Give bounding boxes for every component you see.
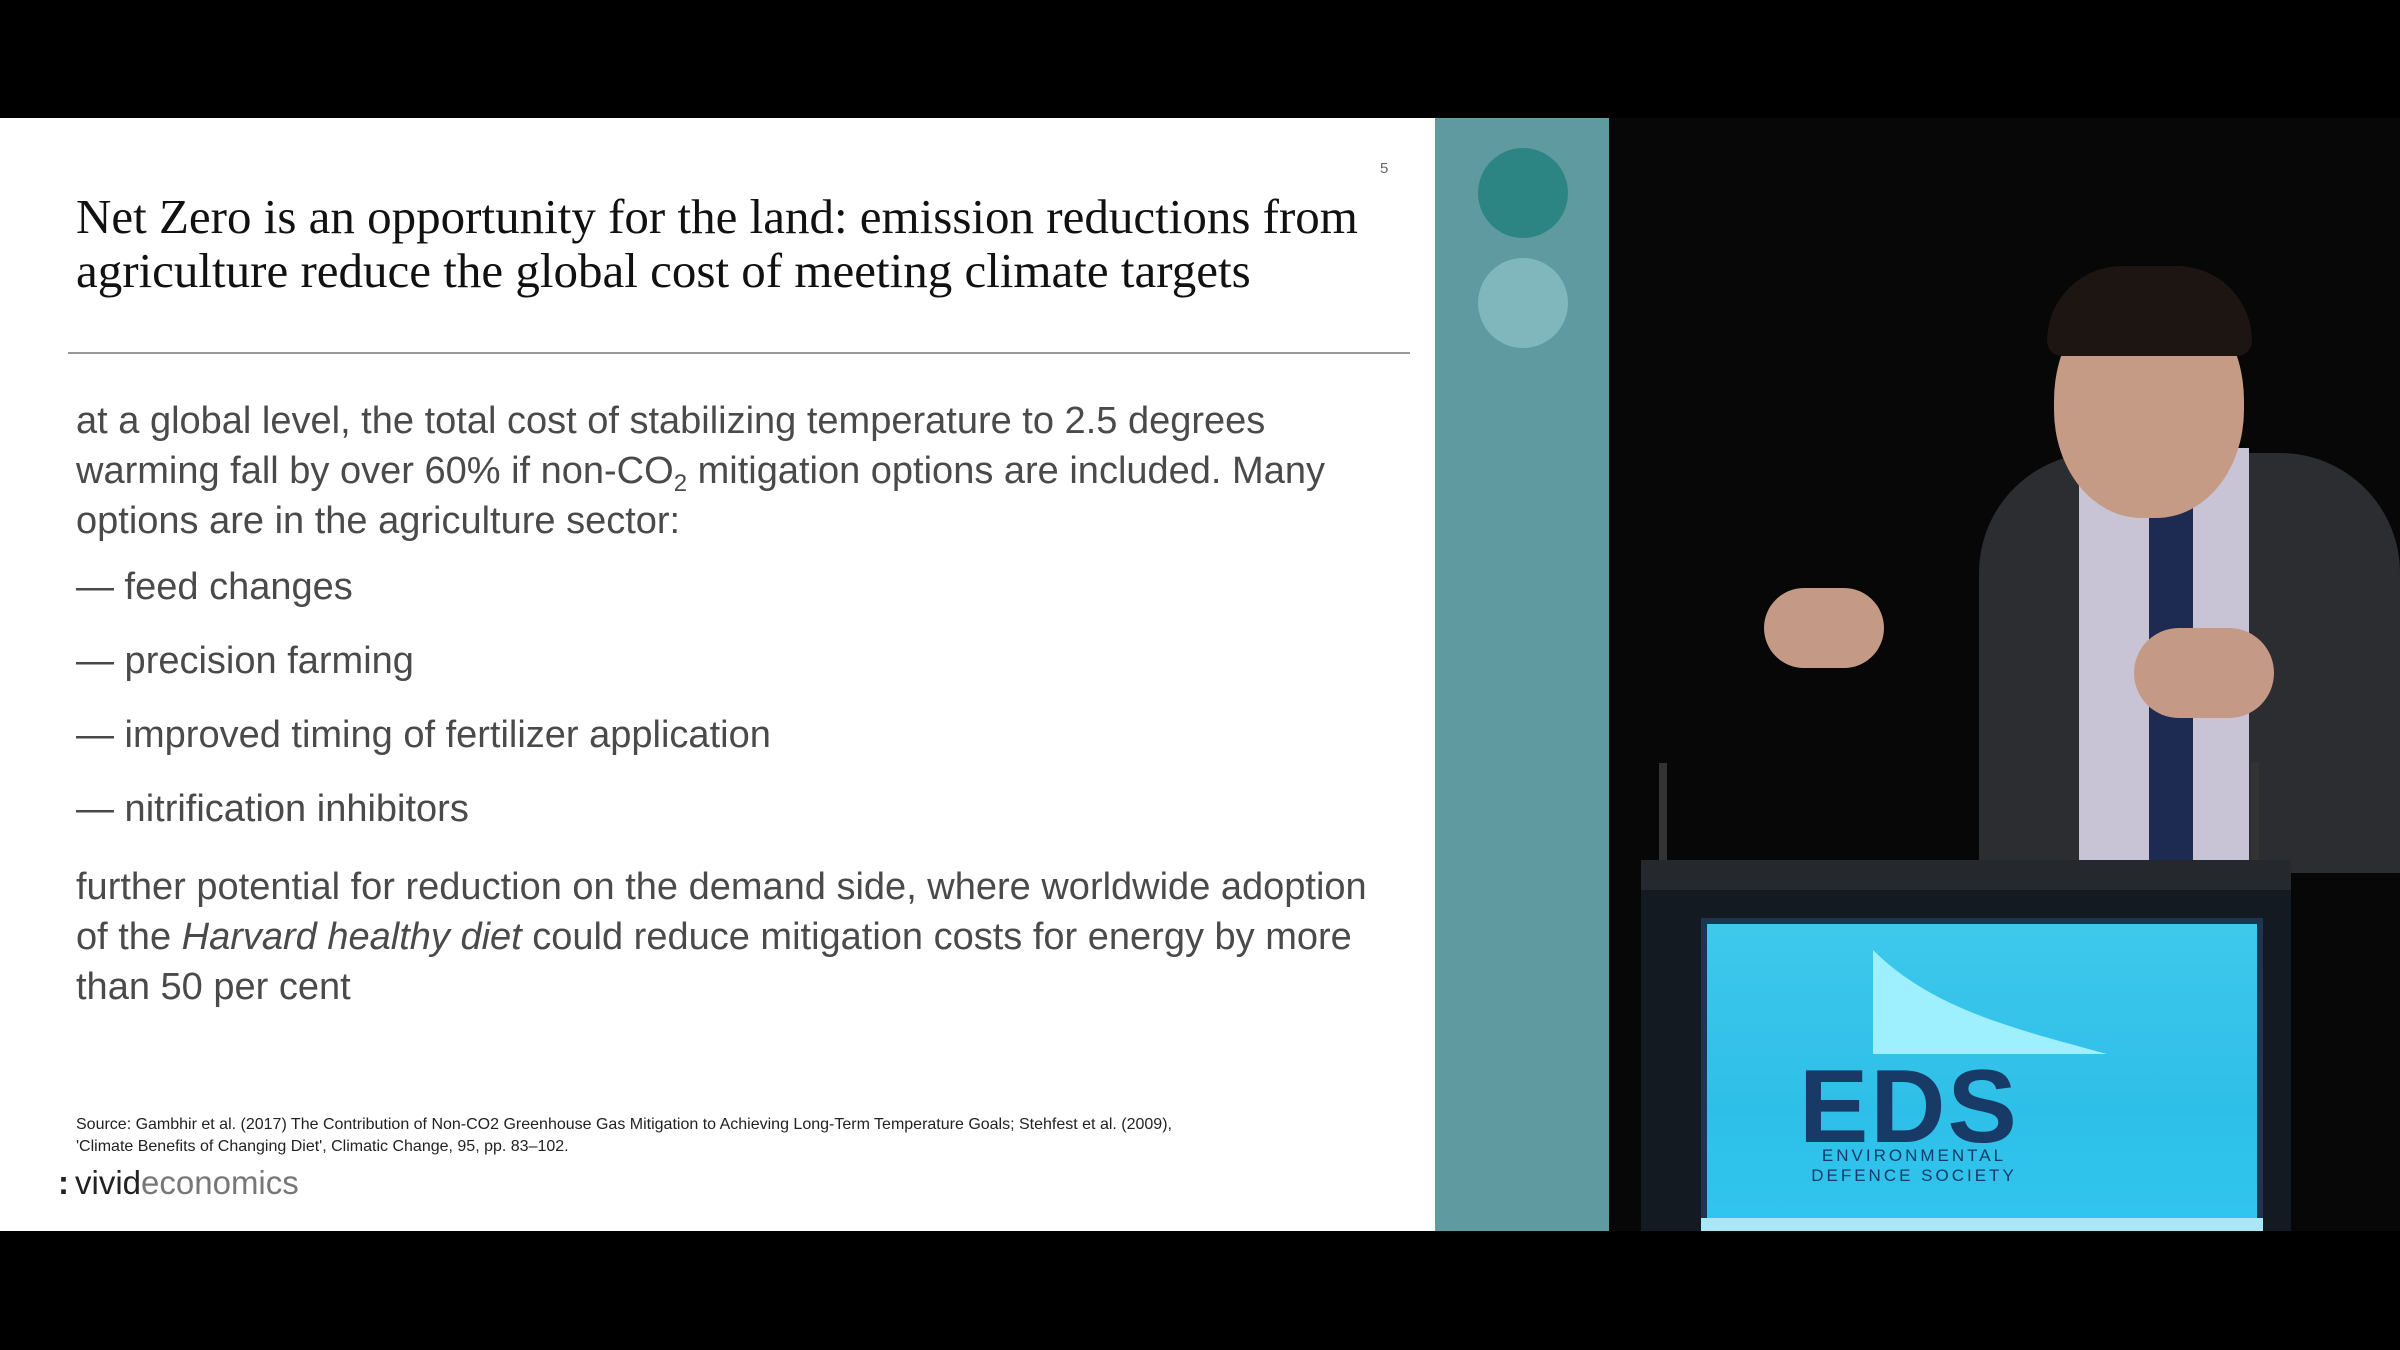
decorative-circle-dark	[1478, 148, 1568, 238]
microphone-stand-left	[1659, 763, 1667, 873]
title-divider	[68, 352, 1410, 354]
bullet-precision-farming: — precision farming	[76, 640, 414, 682]
slide-number: 5	[1380, 160, 1389, 177]
eds-logo-wave-icon	[1873, 950, 2107, 1054]
vivid-economics-logo: : vivideconomics	[58, 1164, 299, 1201]
bullet-fertilizer-timing: — improved timing of fertilizer applicat…	[76, 714, 771, 756]
lectern-top	[1641, 860, 2291, 890]
lectern-screen-band	[1701, 1218, 2263, 1231]
speaker-video-feed: EDS ENVIRONMENTAL DEFENCE SOCIETY	[1609, 118, 2400, 1231]
source-citation: Source: Gambhir et al. (2017) The Contri…	[76, 1116, 1172, 1155]
presentation-slide: 5 Net Zero is an opportunity for the lan…	[0, 118, 1435, 1231]
decorative-circle-light	[1478, 258, 1568, 348]
eds-logo-subtitle: ENVIRONMENTAL DEFENCE SOCIETY	[1811, 1146, 2017, 1185]
bullet-feed-changes: — feed changes	[76, 566, 353, 608]
speaker-hand-right	[2134, 628, 2274, 718]
speaker-hair	[2047, 266, 2252, 356]
bullet-nitrification-inhibitors: — nitrification inhibitors	[76, 788, 469, 830]
slide-title: Net Zero is an opportunity for the land:…	[76, 189, 1358, 298]
speaker-hand-left	[1764, 588, 1884, 668]
paragraph-cost-reduction: at a global level, the total cost of sta…	[76, 400, 1325, 542]
paragraph-demand-side: further potential for reduction on the d…	[76, 866, 1367, 1008]
microphone-stand-right	[2251, 763, 2259, 873]
